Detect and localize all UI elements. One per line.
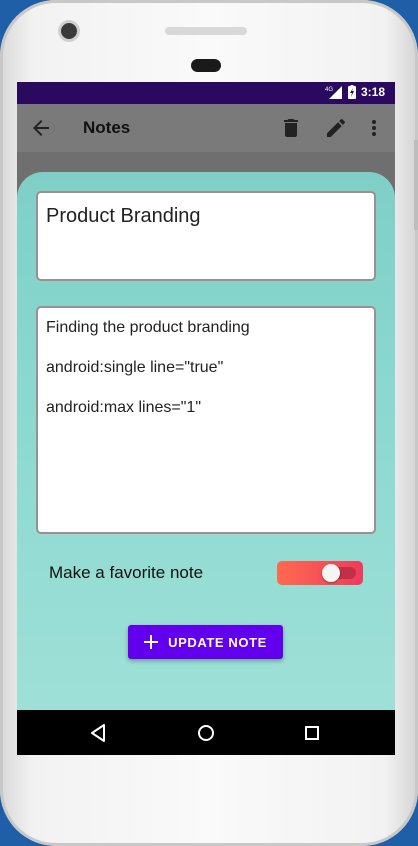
note-body-field[interactable]: Finding the product branding android:sin…	[36, 306, 376, 534]
page-title: Notes	[83, 118, 131, 137]
app-toolbar: Notes	[17, 104, 395, 152]
nav-back-icon	[91, 724, 105, 742]
svg-text:4G: 4G	[325, 87, 333, 93]
nav-back-button[interactable]	[88, 722, 110, 744]
note-title-field[interactable]: Product Branding	[36, 191, 376, 281]
nav-recents-icon	[305, 726, 319, 740]
side-button	[414, 140, 418, 230]
update-note-label: UPDATE NOTE	[168, 634, 267, 650]
screen: 4G 3:18 Notes Product Branding Finding t…	[17, 82, 395, 755]
favorite-switch[interactable]	[277, 561, 363, 585]
nav-home-button[interactable]	[195, 722, 217, 744]
top-speaker	[165, 27, 247, 35]
edit-icon	[327, 118, 346, 137]
more-options-button[interactable]	[362, 116, 386, 140]
edit-note-sheet: Product Branding Finding the product bra…	[17, 172, 395, 710]
status-bar: 4G 3:18	[17, 82, 395, 104]
plus-icon	[144, 635, 159, 649]
edit-button[interactable]	[324, 116, 348, 140]
system-nav-bar	[17, 710, 395, 755]
battery-icon	[347, 85, 356, 99]
note-title-text: Product Branding	[46, 205, 201, 227]
delete-button[interactable]	[279, 116, 303, 140]
phone-frame: 4G 3:18 Notes Product Branding Finding t…	[0, 0, 418, 846]
more-vert-icon	[372, 120, 376, 136]
nav-recents-button[interactable]	[301, 722, 323, 744]
favorite-label: Make a favorite note	[49, 563, 204, 582]
update-note-button[interactable]: UPDATE NOTE	[128, 625, 283, 659]
status-time: 3:18	[360, 85, 385, 99]
back-button[interactable]	[29, 116, 53, 140]
switch-thumb	[322, 564, 340, 582]
earpiece	[191, 59, 221, 72]
delete-icon	[284, 119, 298, 137]
signal-icon: 4G	[325, 86, 342, 99]
front-camera	[61, 23, 77, 39]
note-body-text: Finding the product branding android:sin…	[46, 319, 250, 416]
nav-home-icon	[198, 725, 214, 741]
back-arrow-icon	[33, 120, 49, 136]
